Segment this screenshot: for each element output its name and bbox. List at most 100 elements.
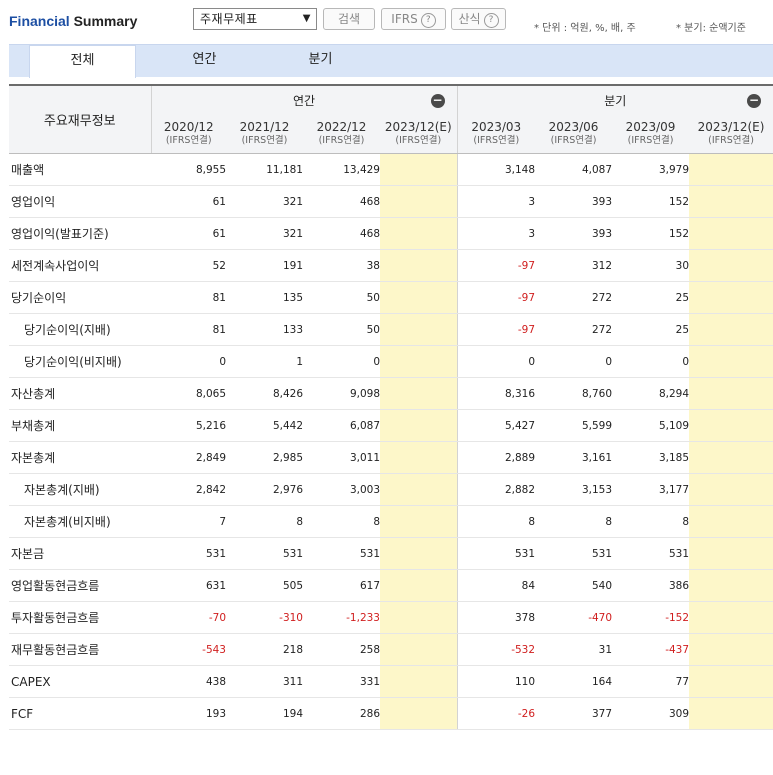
value-cell: 8	[535, 505, 613, 538]
table-row: 자산총계 8,065 8,426 9,098 8,316 8,760 8,294	[9, 377, 773, 410]
value-cell: 77	[612, 665, 690, 698]
tab-all[interactable]: 전체	[29, 45, 136, 78]
estimate-cell	[689, 569, 773, 602]
value-cell: 8,760	[535, 377, 613, 410]
estimate-cell	[380, 217, 458, 250]
estimate-cell	[380, 185, 458, 218]
table-row: FCF 193 194 286 -26 377 309	[9, 697, 773, 730]
value-cell: 5,427	[457, 409, 536, 442]
value-cell: 3,177	[612, 473, 690, 506]
value-cell: 2,842	[151, 473, 226, 506]
value-cell: 386	[612, 569, 690, 602]
column-header: 2021/12 (IFRS연결)	[226, 115, 303, 154]
column-basis: (IFRS연결)	[165, 135, 212, 146]
table-row: 부채총계 5,216 5,442 6,087 5,427 5,599 5,109	[9, 409, 773, 442]
value-cell: 3,011	[303, 441, 380, 474]
estimate-cell	[689, 441, 773, 474]
ifrs-button[interactable]: IFRS?	[381, 8, 446, 30]
row-label: 당기순이익	[9, 281, 151, 314]
value-cell: 312	[535, 249, 613, 282]
row-label: 자본총계(지배)	[9, 473, 151, 506]
value-cell: 3,979	[612, 153, 690, 186]
estimate-cell	[689, 185, 773, 218]
column-basis: (IFRS연결)	[473, 135, 520, 146]
collapse-quarter-icon[interactable]: −	[747, 94, 762, 108]
brand-title-part2: Summary	[69, 13, 138, 29]
value-cell: -97	[457, 281, 536, 314]
value-cell: 50	[303, 313, 380, 346]
row-label: 재무활동현금흐름	[9, 633, 151, 666]
value-cell: -97	[457, 249, 536, 282]
column-basis: (IFRS연결)	[708, 135, 754, 146]
value-cell: 393	[535, 185, 613, 218]
value-cell: 531	[151, 537, 226, 570]
value-cell: 272	[535, 313, 613, 346]
estimate-cell	[689, 633, 773, 666]
estimate-cell	[380, 633, 458, 666]
column-header: 2023/12(E) (IFRS연결)	[380, 115, 458, 154]
table-row: 자본총계 2,849 2,985 3,011 2,889 3,161 3,185	[9, 441, 773, 474]
row-label: 영업이익(발표기준)	[9, 217, 151, 250]
estimate-cell	[689, 377, 773, 410]
tab-annual[interactable]: 연간	[151, 45, 258, 77]
value-cell: 2,849	[151, 441, 226, 474]
unit-note: * 단위 : 억원, %, 배, 주	[534, 23, 636, 34]
value-cell: 61	[151, 185, 226, 218]
value-cell: 258	[303, 633, 380, 666]
value-cell: 3,153	[535, 473, 613, 506]
table-row: 영업이익 61 321 468 3 393 152	[9, 185, 773, 218]
estimate-cell	[380, 569, 458, 602]
value-cell: 2,985	[226, 441, 303, 474]
value-cell: 193	[151, 697, 226, 730]
value-cell: 2,889	[457, 441, 536, 474]
column-basis: (IFRS연결)	[395, 135, 442, 146]
value-cell: 164	[535, 665, 613, 698]
table-row: 당기순이익(지배) 81 133 50 -97 272 25	[9, 313, 773, 346]
value-cell: 8	[612, 505, 690, 538]
help-icon: ?	[420, 13, 436, 28]
chevron-down-icon: ▼	[302, 13, 311, 24]
value-cell: 5,599	[535, 409, 613, 442]
value-cell: 377	[535, 697, 613, 730]
column-header: 2023/09 (IFRS연결)	[612, 115, 690, 154]
value-cell: 393	[535, 217, 613, 250]
tab-bar: 전체 연간 분기	[9, 44, 773, 78]
estimate-cell	[689, 345, 773, 378]
value-cell: 3,185	[612, 441, 690, 474]
row-label: 자산총계	[9, 377, 151, 410]
value-cell: 8,426	[226, 377, 303, 410]
collapse-annual-icon[interactable]: −	[430, 94, 445, 108]
value-cell: 7	[151, 505, 226, 538]
group-header-quarter-label: 분기	[604, 94, 627, 108]
tab-quarterly[interactable]: 분기	[267, 45, 374, 77]
estimate-cell	[689, 601, 773, 634]
value-cell: 3,161	[535, 441, 613, 474]
value-cell: 5,109	[612, 409, 690, 442]
value-cell: 3	[457, 185, 536, 218]
estimate-cell	[380, 153, 458, 186]
row-label: 세전계속사업이익	[9, 249, 151, 282]
estimate-cell	[689, 665, 773, 698]
value-cell: 81	[151, 313, 226, 346]
value-cell: 13,429	[303, 153, 380, 186]
estimate-cell	[689, 217, 773, 250]
search-button[interactable]: 검색	[323, 8, 375, 30]
value-cell: 321	[226, 185, 303, 218]
value-cell: 2,882	[457, 473, 536, 506]
row-label: 매출액	[9, 153, 151, 186]
value-cell: 311	[226, 665, 303, 698]
value-cell: 3,148	[457, 153, 536, 186]
value-cell: 8,294	[612, 377, 690, 410]
estimate-cell	[380, 377, 458, 410]
value-cell: 2,976	[226, 473, 303, 506]
estimate-cell	[380, 601, 458, 634]
value-cell: 81	[151, 281, 226, 314]
column-period: 2023/03	[471, 120, 522, 134]
column-basis: (IFRS연결)	[627, 135, 674, 146]
estimate-cell	[689, 313, 773, 346]
value-cell: 0	[457, 345, 536, 378]
value-cell: -437	[612, 633, 690, 666]
estimate-cell	[689, 537, 773, 570]
statement-select[interactable]: 주재무제표 ▼	[193, 8, 317, 30]
formula-button[interactable]: 산식?	[451, 8, 506, 30]
